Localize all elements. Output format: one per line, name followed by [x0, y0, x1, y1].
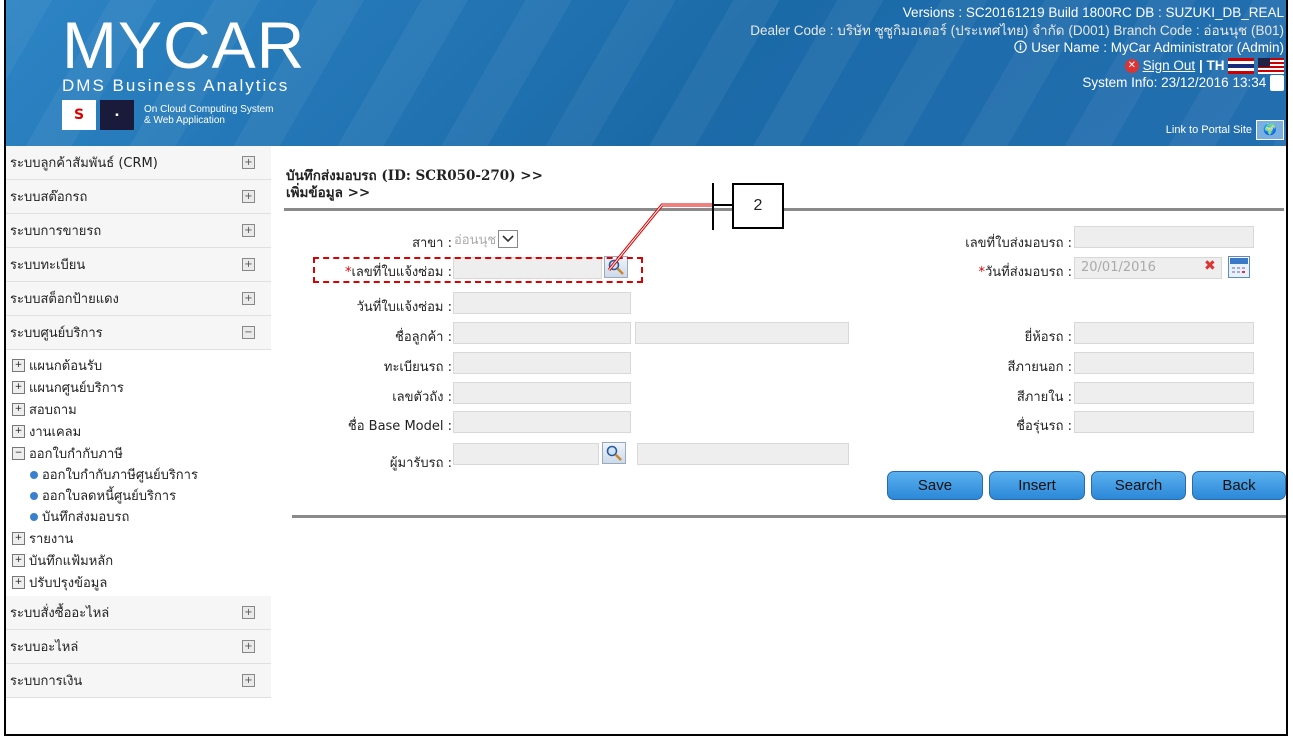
annotation-number-box: 2: [732, 183, 784, 229]
annotation-callout-line: [607, 183, 732, 271]
app-window: MYCAR DMS Business Analytics S ▪ On Clou…: [4, 0, 1288, 736]
